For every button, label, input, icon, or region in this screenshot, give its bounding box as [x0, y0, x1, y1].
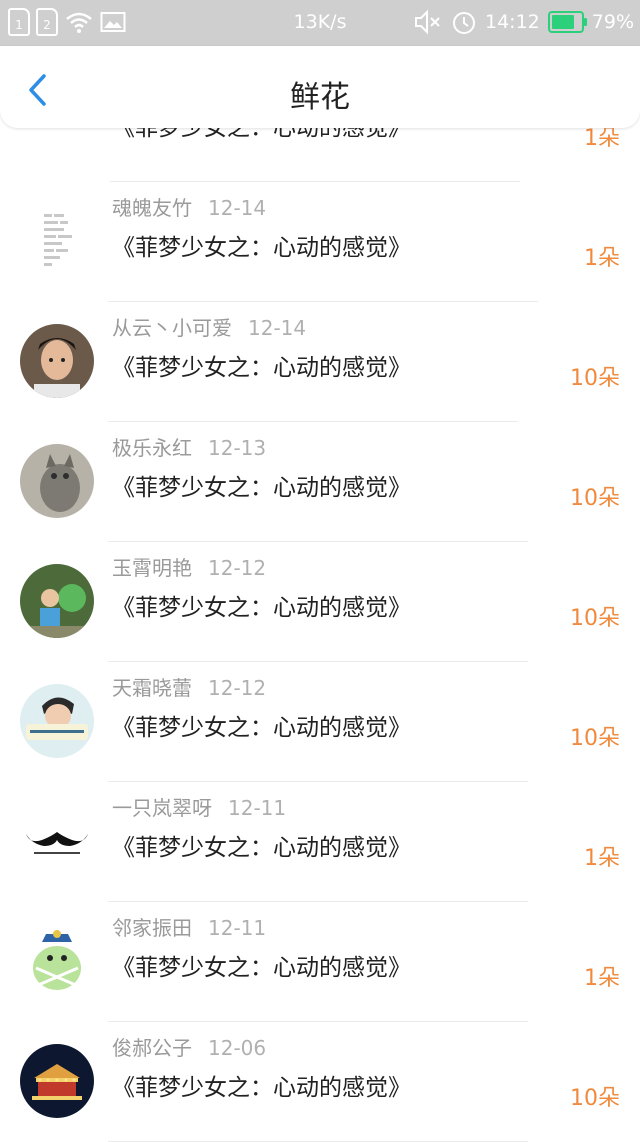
text-avatar	[20, 204, 94, 278]
date: 12-14	[208, 196, 267, 220]
username[interactable]: 天霜晓蕾	[112, 676, 192, 700]
battery-percent: 79%	[591, 11, 634, 33]
date: 12-12	[208, 676, 267, 700]
username[interactable]: 邻家振田	[112, 916, 192, 940]
book-title[interactable]: 《菲梦少女之：心动的感觉》	[112, 708, 411, 742]
sim1-label: 1	[15, 18, 23, 32]
book-title[interactable]: 《菲梦少女之：心动的感觉》	[112, 588, 411, 622]
mustache-avatar	[20, 804, 94, 878]
list-item-meta: 俊郝公子 12-06	[112, 1032, 266, 1061]
cat-avatar	[20, 444, 94, 518]
book-title[interactable]: 《菲梦少女之：心动的感觉》	[112, 1068, 411, 1102]
flower-count: 10朵	[570, 606, 620, 631]
status-bar: 1 2 13K/s 14:12 79%	[0, 0, 640, 46]
alarm-icon	[453, 12, 475, 34]
sim2-icon: 2	[36, 8, 58, 36]
list-item[interactable]: 邻家振田 12-11 《菲梦少女之：心动的感觉》 1朵	[0, 902, 640, 1022]
flower-count: 10朵	[570, 726, 620, 751]
flower-count: 10朵	[570, 486, 620, 511]
mute-icon	[415, 9, 440, 35]
list-item[interactable]: 天霜晓蕾 12-12 《菲梦少女之：心动的感觉》 10朵	[0, 662, 640, 782]
date: 12-14	[248, 316, 307, 340]
list-item[interactable]: 一只岚翠呀 12-11 《菲梦少女之：心动的感觉》 1朵	[0, 782, 640, 902]
flower-count: 1朵	[584, 846, 620, 871]
flower-count: 1朵	[584, 246, 620, 271]
network-speed: 13K/s	[293, 11, 347, 33]
flower-count: 10朵	[570, 366, 620, 391]
flower-count: 10朵	[570, 1086, 620, 1111]
boy-photo-avatar	[20, 324, 94, 398]
battery-icon	[547, 11, 587, 33]
navigation-bar: 鲜花	[0, 46, 640, 128]
cartoon-avatar	[20, 924, 94, 998]
list-item[interactable]: 俊郝公子 12-06 《菲梦少女之：心动的感觉》 10朵	[0, 1022, 640, 1142]
username[interactable]: 一只岚翠呀	[112, 796, 212, 820]
list-item[interactable]: 极乐永红 12-13 《菲梦少女之：心动的感觉》 10朵	[0, 422, 640, 542]
list-item[interactable]: 从云丶小可爱 12-14 《菲梦少女之：心动的感觉》 10朵	[0, 302, 640, 422]
clock: 14:12	[485, 11, 540, 33]
list-item-meta: 邻家振田 12-11	[112, 912, 266, 941]
date: 12-06	[208, 1036, 267, 1060]
child-avatar	[20, 564, 94, 638]
list-item-meta: 极乐永红 12-13	[112, 432, 266, 461]
list-item[interactable]: 玉霄明艳 12-12 《菲梦少女之：心动的感觉》 10朵	[0, 542, 640, 662]
wifi-icon	[66, 12, 92, 33]
flower-count: 1朵	[584, 966, 620, 991]
book-title[interactable]: 《菲梦少女之：心动的感觉》	[112, 468, 411, 502]
sim1-icon: 1	[8, 8, 30, 36]
username[interactable]: 玉霄明艳	[112, 556, 192, 580]
boy-sign-avatar	[20, 684, 94, 758]
status-left: 1 2	[8, 8, 126, 36]
list-item-meta: 从云丶小可爱 12-14	[112, 312, 306, 341]
image-icon	[100, 12, 126, 32]
book-title[interactable]: 《菲梦少女之：心动的感觉》	[112, 948, 411, 982]
battery-fill	[551, 15, 574, 29]
page-title: 鲜花	[290, 80, 350, 115]
book-title[interactable]: 《菲梦少女之：心动的感觉》	[112, 348, 411, 382]
list-item[interactable]: 魂魄友竹 12-14 《菲梦少女之：心动的感觉》 1朵	[0, 182, 640, 302]
status-right: 14:12 79%	[413, 9, 634, 35]
book-title[interactable]: 《菲梦少女之：心动的感觉》	[112, 828, 411, 862]
list-item-meta: 魂魄友竹 12-14	[112, 192, 266, 221]
list-item-meta: 玉霄明艳 12-12	[112, 552, 266, 581]
carousel-avatar	[20, 1044, 94, 1118]
username[interactable]: 俊郝公子	[112, 1036, 192, 1060]
book-title[interactable]: 《菲梦少女之：心动的感觉》	[112, 228, 411, 262]
list-item-meta: 天霜晓蕾 12-12	[112, 672, 266, 701]
date: 12-11	[228, 796, 287, 820]
username[interactable]: 魂魄友竹	[112, 196, 192, 220]
date: 12-13	[208, 436, 267, 460]
date: 12-11	[208, 916, 267, 940]
sim2-label: 2	[43, 18, 51, 32]
date: 12-12	[208, 556, 267, 580]
list-item-meta: 一只岚翠呀 12-11	[112, 792, 286, 821]
username[interactable]: 从云丶小可爱	[112, 316, 232, 340]
username[interactable]: 极乐永红	[112, 436, 192, 460]
